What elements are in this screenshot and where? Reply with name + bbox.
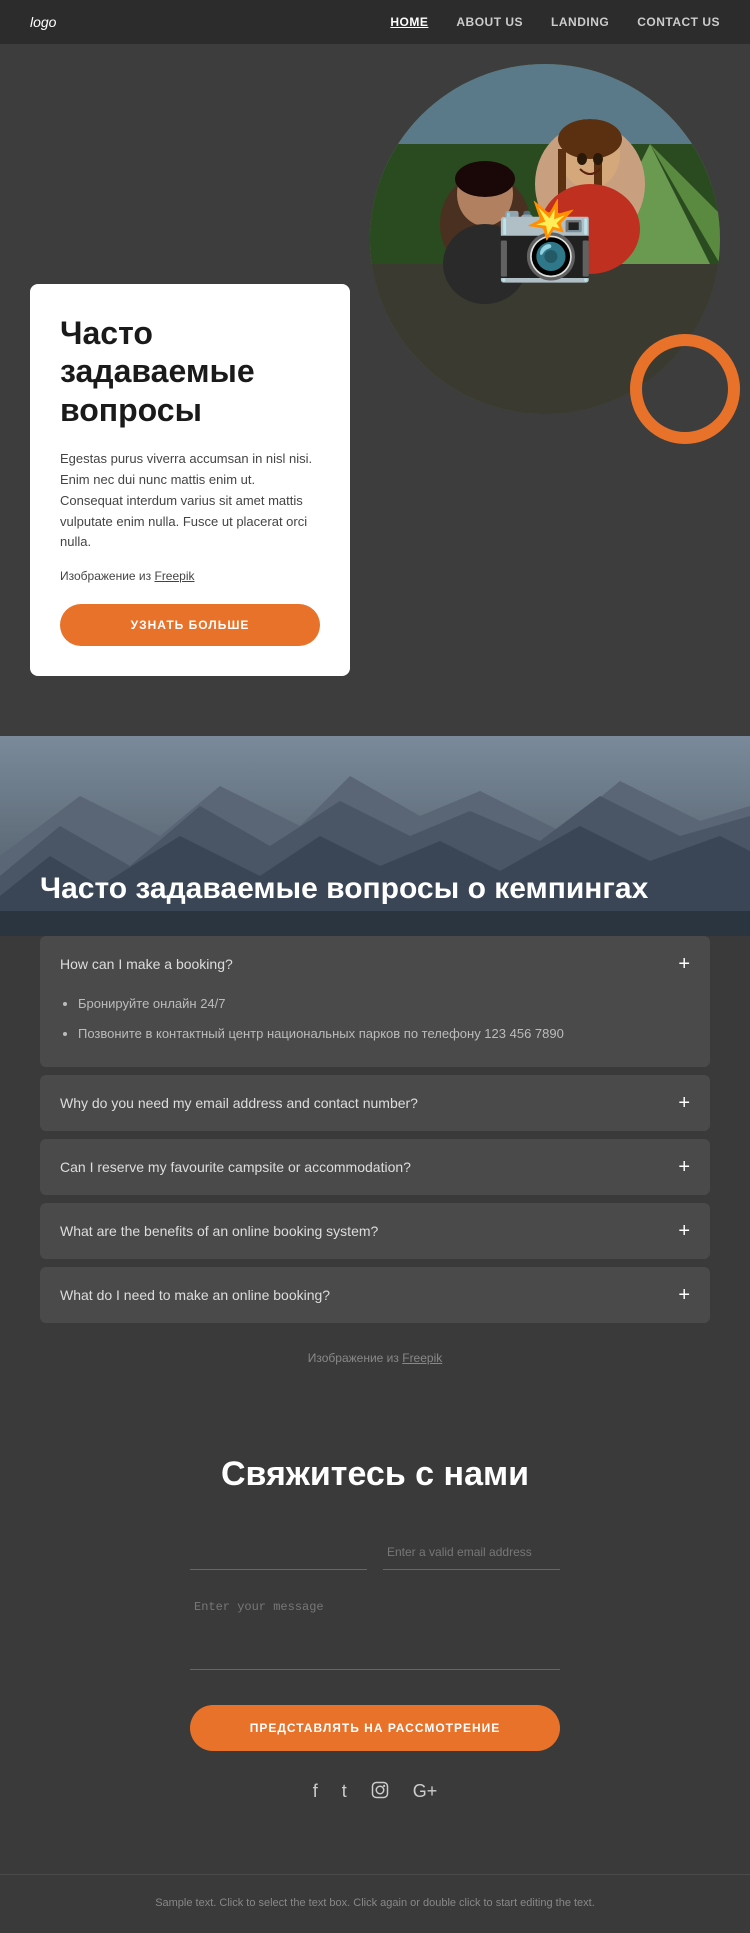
instagram-icon[interactable] [371, 1781, 389, 1804]
faq-question-5[interactable]: What do I need to make an online booking… [40, 1267, 710, 1323]
faq-question-4[interactable]: What are the benefits of an online booki… [40, 1203, 710, 1259]
faq-item: What do I need to make an online booking… [40, 1267, 710, 1323]
google-plus-icon[interactable]: G+ [413, 1781, 438, 1804]
faq-toggle-4[interactable]: + [678, 1221, 690, 1241]
hero-cta-button[interactable]: УЗНАТЬ БОЛЬШЕ [60, 604, 320, 646]
faq-question-2[interactable]: Why do you need my email address and con… [40, 1075, 710, 1131]
footer: Sample text. Click to select the text bo… [0, 1874, 750, 1933]
contact-section: Свяжитесь с нами ПРЕДСТАВЛЯТЬ НА РАССМОТ… [0, 1405, 750, 1874]
nav-links: HOME ABOUT US LANDING CONTACT US [390, 15, 720, 29]
submit-button[interactable]: ПРЕДСТАВЛЯТЬ НА РАССМОТРЕНИЕ [190, 1705, 560, 1751]
facebook-icon[interactable]: f [313, 1781, 318, 1804]
contact-title: Свяжитесь с нами [40, 1455, 710, 1494]
hero-freepik-attr: Изображение из Freepik [60, 567, 320, 586]
form-group-name [190, 1534, 367, 1570]
mountains-section: Часто задаваемые вопросы о кемпингах [0, 736, 750, 936]
faq-hero-card: Часто задаваемые вопросы Egestas purus v… [30, 284, 350, 676]
contact-form: ПРЕДСТАВЛЯТЬ НА РАССМОТРЕНИЕ [190, 1534, 560, 1781]
form-row-name-email [190, 1534, 560, 1570]
nav-landing[interactable]: LANDING [551, 15, 609, 29]
faq-accordion-section: How can I make a booking? + Бронируйте о… [0, 936, 750, 1405]
faq-question-3[interactable]: Can I reserve my favourite campsite or a… [40, 1139, 710, 1195]
hero-card-title: Часто задаваемые вопросы [60, 314, 320, 429]
hero-card-description: Egestas purus viverra accumsan in nisl n… [60, 449, 320, 553]
mountains-faq-title: Часто задаваемые вопросы о кемпингах [40, 872, 710, 906]
faq-toggle-3[interactable]: + [678, 1157, 690, 1177]
faq-item: What are the benefits of an online booki… [40, 1203, 710, 1259]
faq-toggle-2[interactable]: + [678, 1093, 690, 1113]
faq-question-1[interactable]: How can I make a booking? + [40, 936, 710, 992]
faq-toggle-5[interactable]: + [678, 1285, 690, 1305]
name-input[interactable] [190, 1534, 367, 1570]
nav-contact[interactable]: CONTACT US [637, 15, 720, 29]
logo: logo [30, 14, 56, 30]
hero-section: Часто задаваемые вопросы Egestas purus v… [0, 44, 750, 736]
nav-home[interactable]: HOME [390, 15, 428, 29]
form-group-email [383, 1534, 560, 1570]
nav-about[interactable]: ABOUT US [456, 15, 523, 29]
twitter-icon[interactable]: t [342, 1781, 347, 1804]
footer-text: Sample text. Click to select the text bo… [40, 1895, 710, 1913]
message-textarea[interactable] [190, 1590, 560, 1670]
faq-item: How can I make a booking? + Бронируйте о… [40, 936, 710, 1067]
faq-answer-1: Бронируйте онлайн 24/7 Позвоните в конта… [40, 992, 710, 1067]
social-icons: f t G+ [40, 1781, 710, 1804]
faq-item: Can I reserve my favourite campsite or a… [40, 1139, 710, 1195]
faq-freepik-attr: Изображение из Freepik [40, 1331, 710, 1385]
faq-toggle-1[interactable]: + [678, 954, 690, 974]
email-input[interactable] [383, 1534, 560, 1570]
faq-item: Why do you need my email address and con… [40, 1075, 710, 1131]
navbar: logo HOME ABOUT US LANDING CONTACT US [0, 0, 750, 44]
orange-circle-decoration [630, 334, 740, 444]
